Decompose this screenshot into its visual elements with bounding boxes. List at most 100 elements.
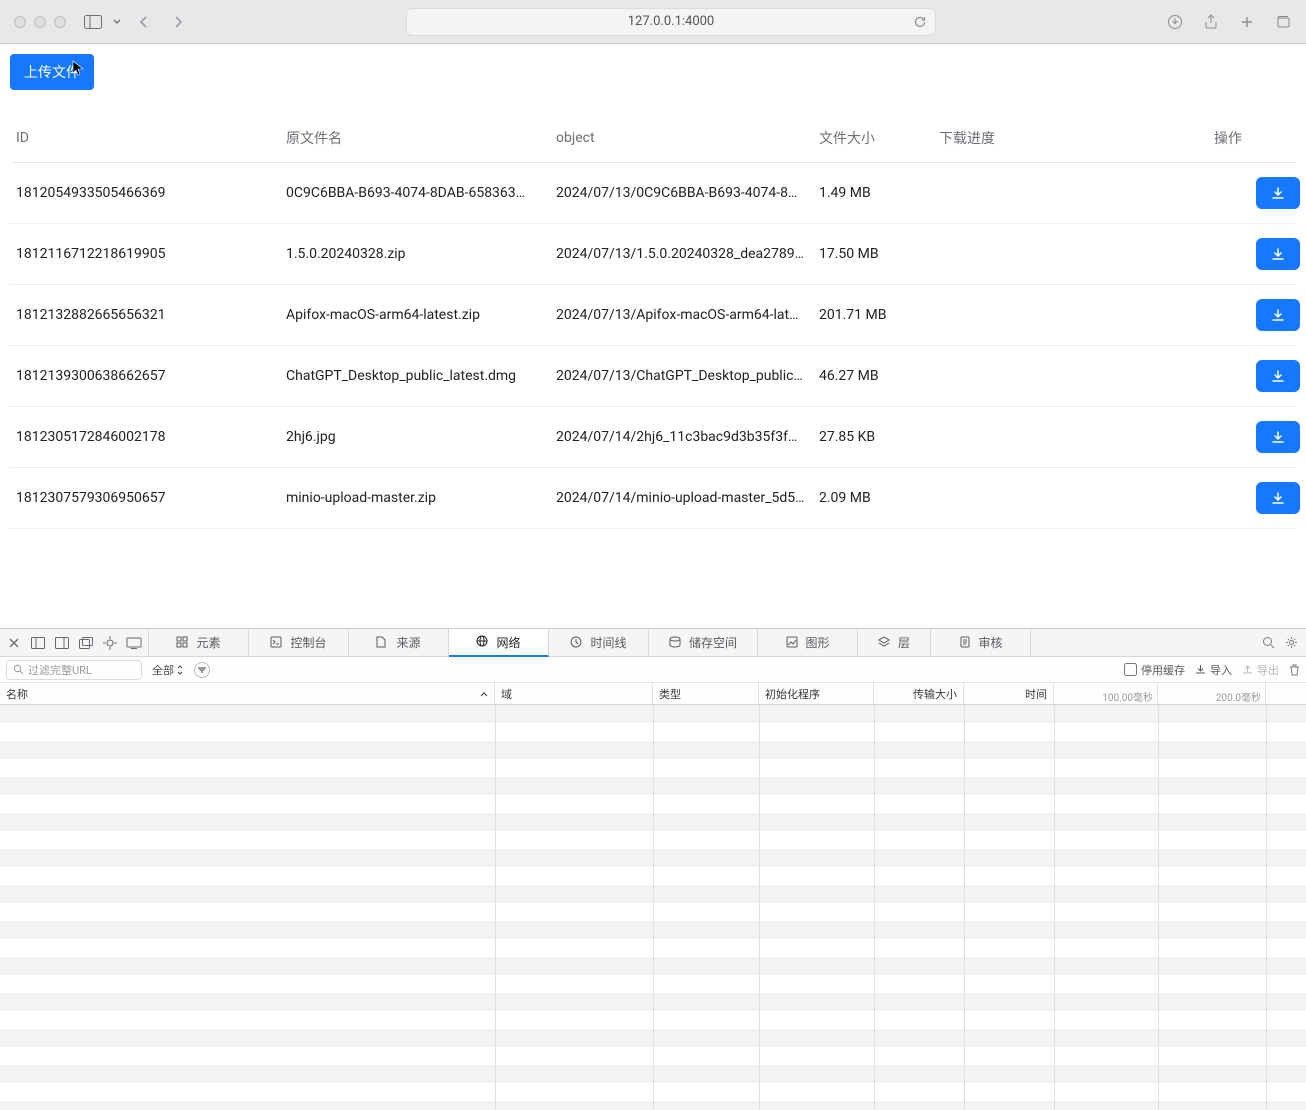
tab-network[interactable]: 网络 xyxy=(449,629,549,657)
tabs-overview-icon[interactable] xyxy=(1274,13,1292,31)
downloads-icon[interactable] xyxy=(1166,13,1184,31)
download-button[interactable] xyxy=(1256,177,1300,209)
devtools-filter-bar: 过滤完整URL 全部 停用缓存 导入 导出 xyxy=(0,657,1306,683)
cell-action xyxy=(1214,421,1306,453)
sort-asc-icon xyxy=(480,691,488,697)
tab-label: 元素 xyxy=(196,634,220,651)
tab-label: 网络 xyxy=(496,634,520,651)
cell-filename: ChatGPT_Desktop_public_latest.dmg xyxy=(286,368,556,384)
minimize-window-button[interactable] xyxy=(34,16,46,28)
disable-cache-label: 停用缓存 xyxy=(1141,662,1185,678)
tab-elements[interactable]: 元素 xyxy=(149,629,249,656)
hcol-transfer-size[interactable]: 传输大小 xyxy=(874,683,964,704)
url-filter-input[interactable]: 过滤完整URL xyxy=(6,660,142,680)
graphics-icon xyxy=(786,636,800,650)
table-row: 18123051728460021782hj6.jpg2024/07/14/2h… xyxy=(10,407,1296,468)
cell-action xyxy=(1214,238,1306,270)
cell-filename: 1.5.0.20240328.zip xyxy=(286,246,556,262)
tab-sources[interactable]: 来源 xyxy=(349,629,449,656)
tab-layers[interactable]: 层 xyxy=(858,629,931,656)
sidebar-toggle-icon[interactable] xyxy=(84,13,102,31)
storage-icon xyxy=(669,636,683,650)
cell-filesize: 201.71 MB xyxy=(819,307,939,323)
reload-icon[interactable] xyxy=(913,15,927,29)
settings-icon[interactable] xyxy=(1285,636,1298,649)
cell-filename: minio-upload-master.zip xyxy=(286,490,556,506)
download-button[interactable] xyxy=(1256,360,1300,392)
tab-label: 储存空间 xyxy=(689,634,737,651)
cell-filesize: 1.49 MB xyxy=(819,185,939,201)
tab-storage[interactable]: 储存空间 xyxy=(649,629,758,656)
filter-group-label: 全部 xyxy=(152,662,174,678)
cell-filesize: 2.09 MB xyxy=(819,490,939,506)
address-bar[interactable]: 127.0.0.1:4000 xyxy=(406,8,936,36)
back-button[interactable] xyxy=(132,10,156,34)
hcol-time[interactable]: 时间 xyxy=(964,683,1054,704)
table-row: 1812307579306950657minio-upload-master.z… xyxy=(10,468,1296,529)
filter-pill-icon[interactable] xyxy=(194,662,210,678)
waterfall-tick-0: 100.00毫秒 xyxy=(1102,689,1153,704)
tab-label: 审核 xyxy=(979,634,1003,651)
tab-label: 来源 xyxy=(396,634,420,651)
table-row: 1812139300638662657ChatGPT_Desktop_publi… xyxy=(10,346,1296,407)
dock-right-icon[interactable] xyxy=(52,633,72,653)
col-id: ID xyxy=(16,130,286,146)
upload-button[interactable]: 上传文件 xyxy=(10,54,94,90)
popout-icon[interactable] xyxy=(76,633,96,653)
new-tab-icon[interactable] xyxy=(1238,13,1256,31)
cell-filename: Apifox-macOS-arm64-latest.zip xyxy=(286,307,556,323)
tab-console[interactable]: 控制台 xyxy=(249,629,349,656)
col-action: 操作 xyxy=(1214,128,1306,148)
export-button[interactable]: 导出 xyxy=(1242,662,1279,678)
hcol-type-label: 类型 xyxy=(659,686,681,702)
filter-group-select[interactable]: 全部 xyxy=(152,662,184,678)
hcol-initiator-label: 初始化程序 xyxy=(765,686,820,702)
disable-cache-checkbox[interactable]: 停用缓存 xyxy=(1124,662,1185,678)
cell-id: 1812305172846002178 xyxy=(16,429,286,445)
waterfall-header: 100.00毫秒 200.0毫秒 xyxy=(1054,683,1306,704)
tab-audit[interactable]: 审核 xyxy=(931,629,1031,656)
search-icon[interactable] xyxy=(1262,636,1275,649)
cell-filename: 0C9C6BBA-B693-4074-8DAB-658363… xyxy=(286,185,556,201)
tab-label: 图形 xyxy=(806,634,830,651)
hcol-type[interactable]: 类型 xyxy=(653,683,759,704)
cell-filename: 2hj6.jpg xyxy=(286,429,556,445)
download-button[interactable] xyxy=(1256,299,1300,331)
devtools-tabbar: 元素 控制台 来源 网络 时间线 储存空间 图形 层 xyxy=(0,629,1306,657)
hcol-initiator[interactable]: 初始化程序 xyxy=(759,683,874,704)
network-table-header: 名称 域 类型 初始化程序 传输大小 时间 100.00毫秒 200.0毫秒 xyxy=(0,683,1306,705)
elements-icon xyxy=(176,636,190,650)
tab-timeline[interactable]: 时间线 xyxy=(549,629,649,656)
disable-cache-input[interactable] xyxy=(1124,663,1137,676)
close-devtools-icon[interactable] xyxy=(4,633,24,653)
download-button[interactable] xyxy=(1256,238,1300,270)
table-header-row: ID 原文件名 object 文件大小 下载进度 操作 xyxy=(10,114,1296,163)
cell-filesize: 46.27 MB xyxy=(819,368,939,384)
address-bar-url: 127.0.0.1:4000 xyxy=(628,14,715,29)
close-window-button[interactable] xyxy=(14,16,26,28)
zoom-window-button[interactable] xyxy=(54,16,66,28)
tab-graphics[interactable]: 图形 xyxy=(758,629,858,656)
cell-object: 2024/07/14/minio-upload-master_5d51c… xyxy=(556,490,819,506)
trash-icon[interactable] xyxy=(1289,664,1300,676)
cell-action xyxy=(1214,299,1306,331)
layers-icon xyxy=(878,636,892,650)
audit-icon xyxy=(959,636,973,650)
download-button[interactable] xyxy=(1256,482,1300,514)
cell-object: 2024/07/14/2hj6_11c3bac9d3b35f3f52b… xyxy=(556,429,819,445)
dock-left-icon[interactable] xyxy=(28,633,48,653)
cell-filesize: 27.85 KB xyxy=(819,429,939,445)
inspect-element-icon[interactable] xyxy=(100,633,120,653)
cell-id: 1812307579306950657 xyxy=(16,490,286,506)
share-icon[interactable] xyxy=(1202,13,1220,31)
hcol-domain[interactable]: 域 xyxy=(495,683,653,704)
hcol-name[interactable]: 名称 xyxy=(0,683,495,704)
device-icon[interactable] xyxy=(124,633,144,653)
import-button[interactable]: 导入 xyxy=(1195,662,1232,678)
waterfall-tick-1: 200.0毫秒 xyxy=(1216,689,1261,704)
download-button[interactable] xyxy=(1256,421,1300,453)
forward-button[interactable] xyxy=(166,10,190,34)
col-progress: 下载进度 xyxy=(939,128,1214,148)
chevron-down-icon[interactable] xyxy=(112,13,122,31)
console-icon xyxy=(270,636,284,650)
